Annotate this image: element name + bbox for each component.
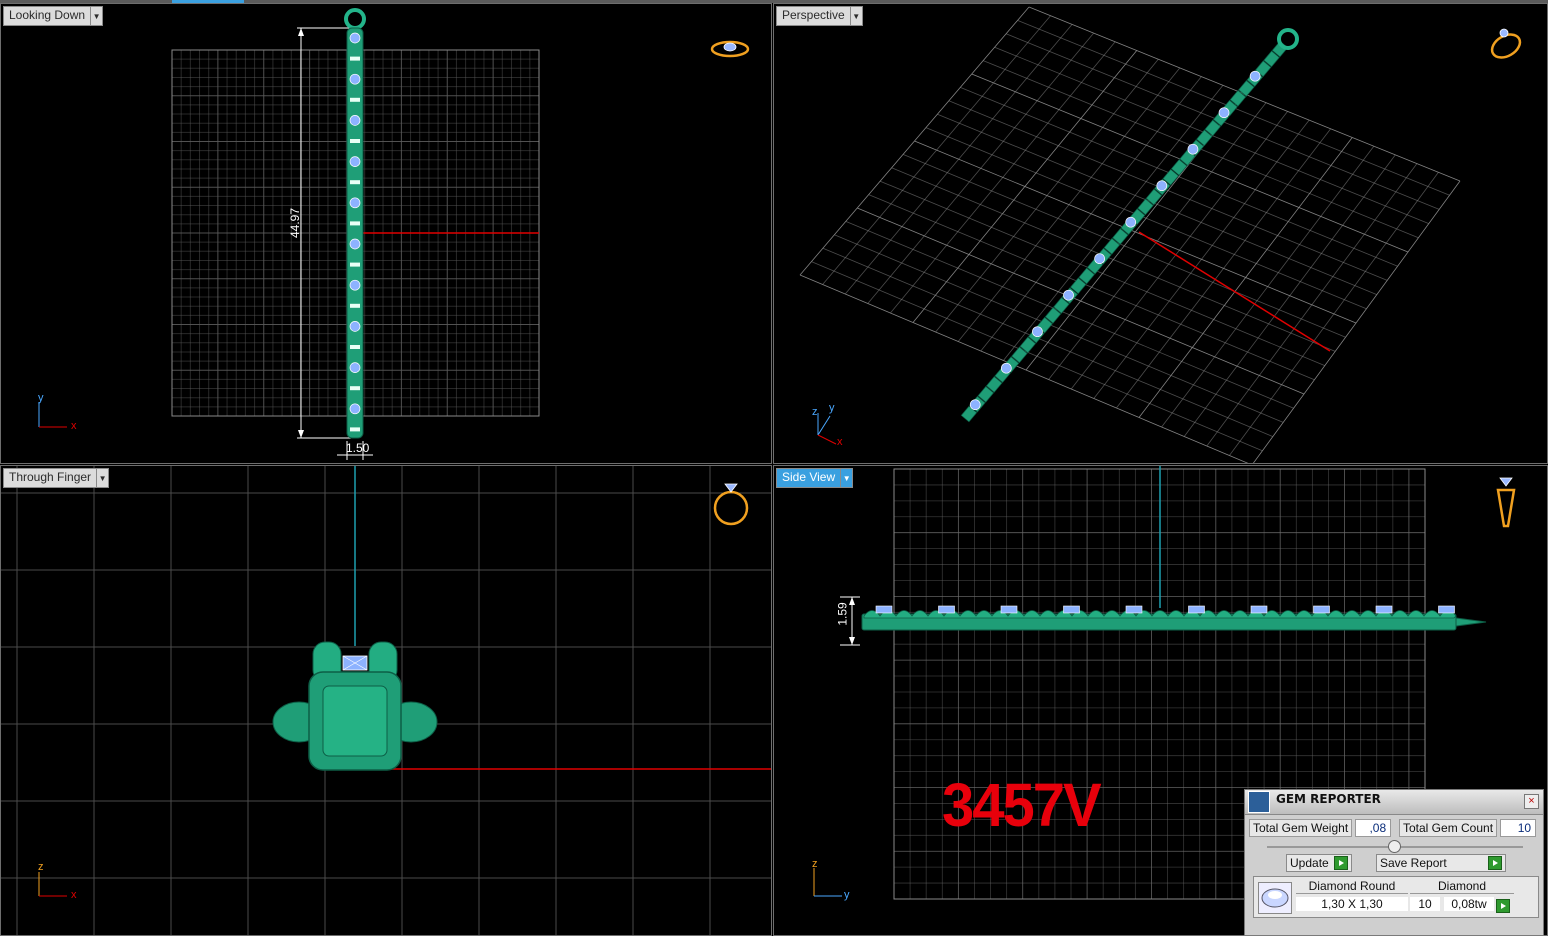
gem-stone (349, 115, 361, 126)
gem-stone (1438, 605, 1455, 614)
diamond-thumbnail-icon (1258, 882, 1292, 914)
chain-link (350, 262, 360, 267)
gem-stone (349, 32, 361, 44)
viewport-label-text: Perspective (782, 8, 845, 22)
dropdown-arrow-icon[interactable]: ▼ (849, 7, 862, 25)
gem-stone (349, 73, 361, 85)
chain-link (350, 139, 360, 143)
gem-stone (875, 605, 893, 614)
viewport-label-perspective[interactable]: Perspective ▼ (776, 6, 863, 26)
gem-stone (1125, 216, 1137, 228)
viewport-label-text: Looking Down (9, 8, 86, 22)
gem-stone (349, 279, 361, 291)
ring-perspective-icon[interactable] (1486, 24, 1526, 64)
gem-stone (1063, 605, 1080, 614)
gem-reporter-title: GEM REPORTER (1276, 792, 1381, 806)
total-gem-weight-label: Total Gem Weight (1249, 819, 1353, 837)
gem-stone (969, 399, 981, 411)
chain-link (350, 427, 360, 432)
gem-stone (1125, 605, 1143, 614)
total-gem-weight-field[interactable]: ,08 (1355, 819, 1392, 837)
gem-stone (1250, 605, 1268, 614)
dimension-length-label: 44.97 (288, 207, 303, 239)
reference-stamp-text: 3457V (942, 771, 1102, 840)
axis-label-x: x (71, 420, 77, 432)
ring-side-icon[interactable] (1492, 474, 1520, 530)
dropdown-arrow-icon[interactable]: ▼ (96, 469, 108, 487)
gem-stone (349, 197, 361, 209)
axis-label-x: x (837, 436, 843, 448)
viewport-label-text: Through Finger (9, 470, 92, 484)
play-icon (1488, 856, 1502, 870)
update-button-label: Update (1290, 856, 1329, 870)
gem-stone (1375, 605, 1393, 614)
gem-stone (349, 403, 361, 415)
gem-reporter-titlebar[interactable]: GEM REPORTER × (1245, 790, 1543, 815)
gem-stone (1063, 289, 1074, 301)
dimension-width-label: 1.50 (346, 441, 370, 455)
save-report-button[interactable]: Save Report (1376, 854, 1506, 872)
gem-stone (349, 362, 361, 373)
gem-row[interactable]: Diamond Round 1,30 X 1,30 Diamond 10 0,0… (1253, 876, 1539, 918)
gem-stone (349, 321, 361, 332)
axis-label-x: x (71, 889, 77, 901)
dimension-height-label: 1.59 (835, 602, 850, 626)
viewport-label-text: Side View (782, 470, 836, 484)
gem-size: 1,30 X 1,30 (1296, 897, 1408, 911)
ring-front-icon[interactable] (711, 476, 751, 530)
chain-link (350, 345, 360, 349)
gem-stone (1094, 253, 1105, 265)
looking-down-scene (38, 8, 540, 460)
save-report-button-label: Save Report (1380, 856, 1447, 870)
gem-stone (1218, 107, 1230, 119)
axis-label-z: z (812, 406, 818, 418)
play-icon[interactable] (1496, 899, 1510, 913)
chain-link (350, 180, 360, 185)
ring-top-icon[interactable] (709, 36, 751, 62)
gem-name: Diamond Round (1296, 879, 1408, 894)
viewport-looking-down[interactable]: Looking Down ▼ 44.97 1.50 y x (0, 3, 772, 464)
chain-link (350, 386, 360, 391)
chain-link (350, 56, 360, 61)
gem-weight: 0,08tw (1444, 897, 1494, 911)
chain-link (350, 303, 360, 308)
gem-stone (1249, 70, 1261, 82)
axis-label-y: y (38, 392, 44, 404)
gem-reporter-slider-handle[interactable] (1388, 840, 1401, 853)
chain-link (350, 97, 360, 102)
total-gem-count-label: Total Gem Count (1399, 819, 1498, 837)
play-icon (1334, 856, 1348, 870)
through-finger-scene (1, 466, 771, 935)
perspective-scene (799, 6, 1461, 463)
dropdown-arrow-icon[interactable]: ▼ (90, 7, 102, 25)
gem-stone (938, 605, 955, 614)
gem-stone (1156, 180, 1168, 192)
gem-stone (349, 156, 361, 167)
gem-stone (1000, 605, 1018, 614)
gem-stone (1032, 326, 1043, 338)
axis-label-z: z (812, 858, 818, 870)
axis-label-y: y (829, 402, 835, 414)
gem-stone (1000, 362, 1012, 374)
gem-count: 10 (1410, 897, 1440, 911)
viewport-label-looking-down[interactable]: Looking Down ▼ (3, 6, 104, 26)
gem-material: Diamond (1410, 879, 1514, 894)
close-icon[interactable]: × (1524, 794, 1539, 809)
viewport-through-finger[interactable]: Through Finger ▼ z x (0, 465, 772, 936)
gem-stone (1188, 605, 1205, 614)
update-button[interactable]: Update (1286, 854, 1352, 872)
viewport-perspective[interactable]: Perspective ▼ z y x (773, 3, 1548, 464)
axis-label-z: z (38, 861, 44, 873)
gem-stone (1187, 143, 1199, 155)
dropdown-arrow-icon[interactable]: ▼ (840, 469, 852, 487)
gem-stone (1313, 605, 1330, 614)
viewport-label-side-view[interactable]: Side View ▼ (776, 468, 854, 488)
chain-link (350, 221, 360, 226)
total-gem-count-field[interactable]: 10 (1500, 819, 1537, 837)
viewport-label-through-finger[interactable]: Through Finger ▼ (3, 468, 110, 488)
gem-reporter-panel: GEM REPORTER × Total Gem Weight ,08 Tota… (1244, 789, 1544, 936)
gem-stone (349, 238, 361, 250)
gem-reporter-icon (1248, 791, 1270, 813)
axis-label-y: y (844, 889, 850, 901)
